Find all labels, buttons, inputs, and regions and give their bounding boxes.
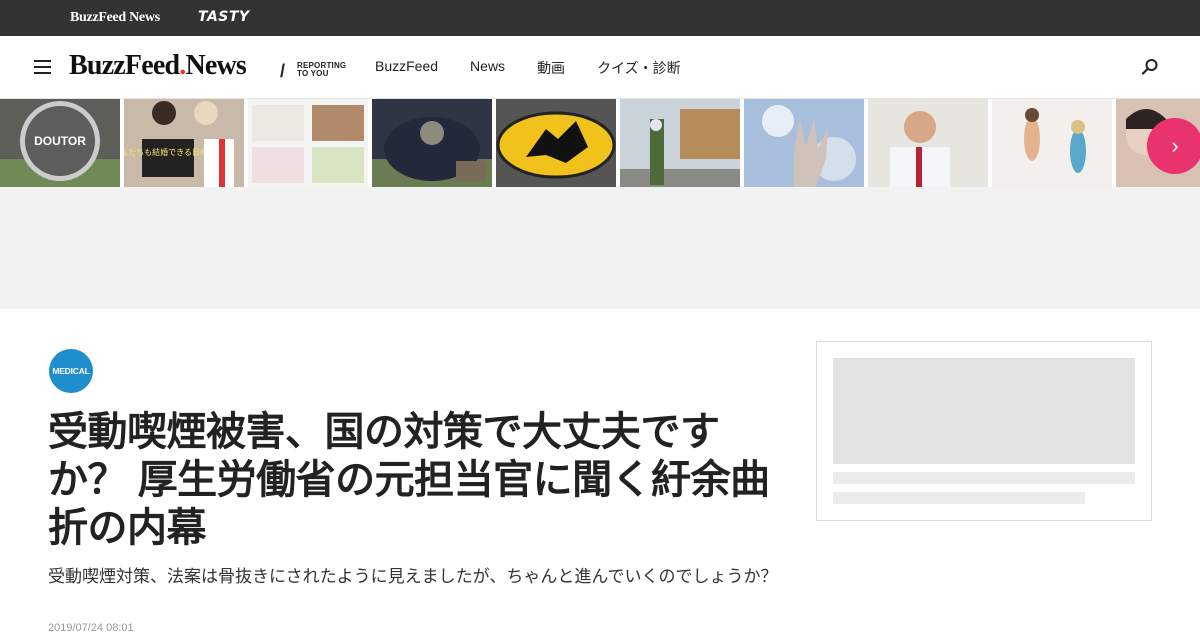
thumbnail-powder-bags[interactable] — [248, 99, 368, 187]
cat-in-bag-photo — [372, 99, 492, 187]
sidebar-ad-card — [816, 341, 1152, 521]
doutor-cafe-photo: DOUTOR — [0, 99, 120, 187]
logo-news-text: News — [185, 50, 247, 81]
thumbnail-strip: DOUTOR 私たちも結婚できる日本へ — [0, 99, 1200, 187]
thumbnail-figurines[interactable] — [992, 99, 1112, 187]
ad-text-placeholder — [833, 492, 1085, 504]
site-header: BuzzFeed.News / REPORTING TO YOU BuzzFee… — [0, 36, 1200, 99]
hand-sky-photo — [744, 99, 864, 187]
nav-item-news[interactable]: News — [470, 58, 505, 78]
menu-icon[interactable] — [34, 60, 51, 74]
main-nav: BuzzFeed News 動画 クイズ・診断 — [375, 58, 713, 78]
category-badge[interactable]: MEDICAL — [49, 349, 93, 393]
doutor-sign-text: DOUTOR — [34, 134, 86, 148]
man-in-shirt-photo — [868, 99, 988, 187]
figurines-photo — [992, 99, 1112, 187]
article-headline: 受動喫煙被害、国の対策で大丈夫ですか？ 厚生労働省の元担当官に聞く紆余曲折の内幕 — [48, 410, 770, 550]
thumbnail-doutor-cafe[interactable]: DOUTOR — [0, 99, 120, 187]
logo-slash: / — [280, 61, 286, 81]
carousel-next-button[interactable]: › — [1147, 118, 1200, 174]
nav-item-videos[interactable]: 動画 — [537, 58, 565, 78]
black-cat-sign-photo — [496, 99, 616, 187]
people-with-sign-photo: 私たちも結婚できる日本へ — [124, 99, 244, 187]
thumbnail-marriage-rally[interactable]: 私たちも結婚できる日本へ — [124, 99, 244, 187]
thumbnail-memorial-flowers[interactable] — [620, 99, 740, 187]
ad-text-placeholder — [833, 472, 1135, 484]
tagline: REPORTING TO YOU — [297, 62, 346, 78]
nav-item-buzzfeed[interactable]: BuzzFeed — [375, 58, 438, 78]
rally-sign-text: 私たちも結婚できる日本へ — [124, 147, 216, 157]
search-icon[interactable] — [1141, 58, 1159, 76]
thumbnail-hand-sky[interactable] — [744, 99, 864, 187]
article-date: 2019/07/24 08:01 — [48, 622, 134, 634]
article-dek: 受動喫煙対策、法案は骨抜きにされたように見えましたが、ちゃんと進んでいくのでしょ… — [48, 567, 778, 586]
ad-image-placeholder — [833, 358, 1135, 464]
thumbnail-black-cat-sign[interactable] — [496, 99, 616, 187]
buzzfeed-news-brand-link[interactable]: BuzzFeed News — [70, 10, 160, 26]
brand-bar: BuzzFeed News TASTY — [0, 0, 1200, 36]
bags-of-powder-photo — [248, 99, 368, 187]
tagline-line-2: TO YOU — [297, 69, 329, 78]
ad-banner-space — [0, 187, 1200, 309]
nav-item-quiz[interactable]: クイズ・診断 — [597, 58, 681, 78]
flowers-building-photo — [620, 99, 740, 187]
chevron-right-icon: › — [1171, 133, 1179, 158]
site-logo[interactable]: BuzzFeed.News — [69, 50, 247, 82]
tasty-brand-link[interactable]: TASTY — [198, 9, 250, 25]
thumbnail-cat-bag[interactable] — [372, 99, 492, 187]
logo-main-text: BuzzFeed — [69, 50, 180, 81]
thumbnail-official-portrait[interactable] — [868, 99, 988, 187]
